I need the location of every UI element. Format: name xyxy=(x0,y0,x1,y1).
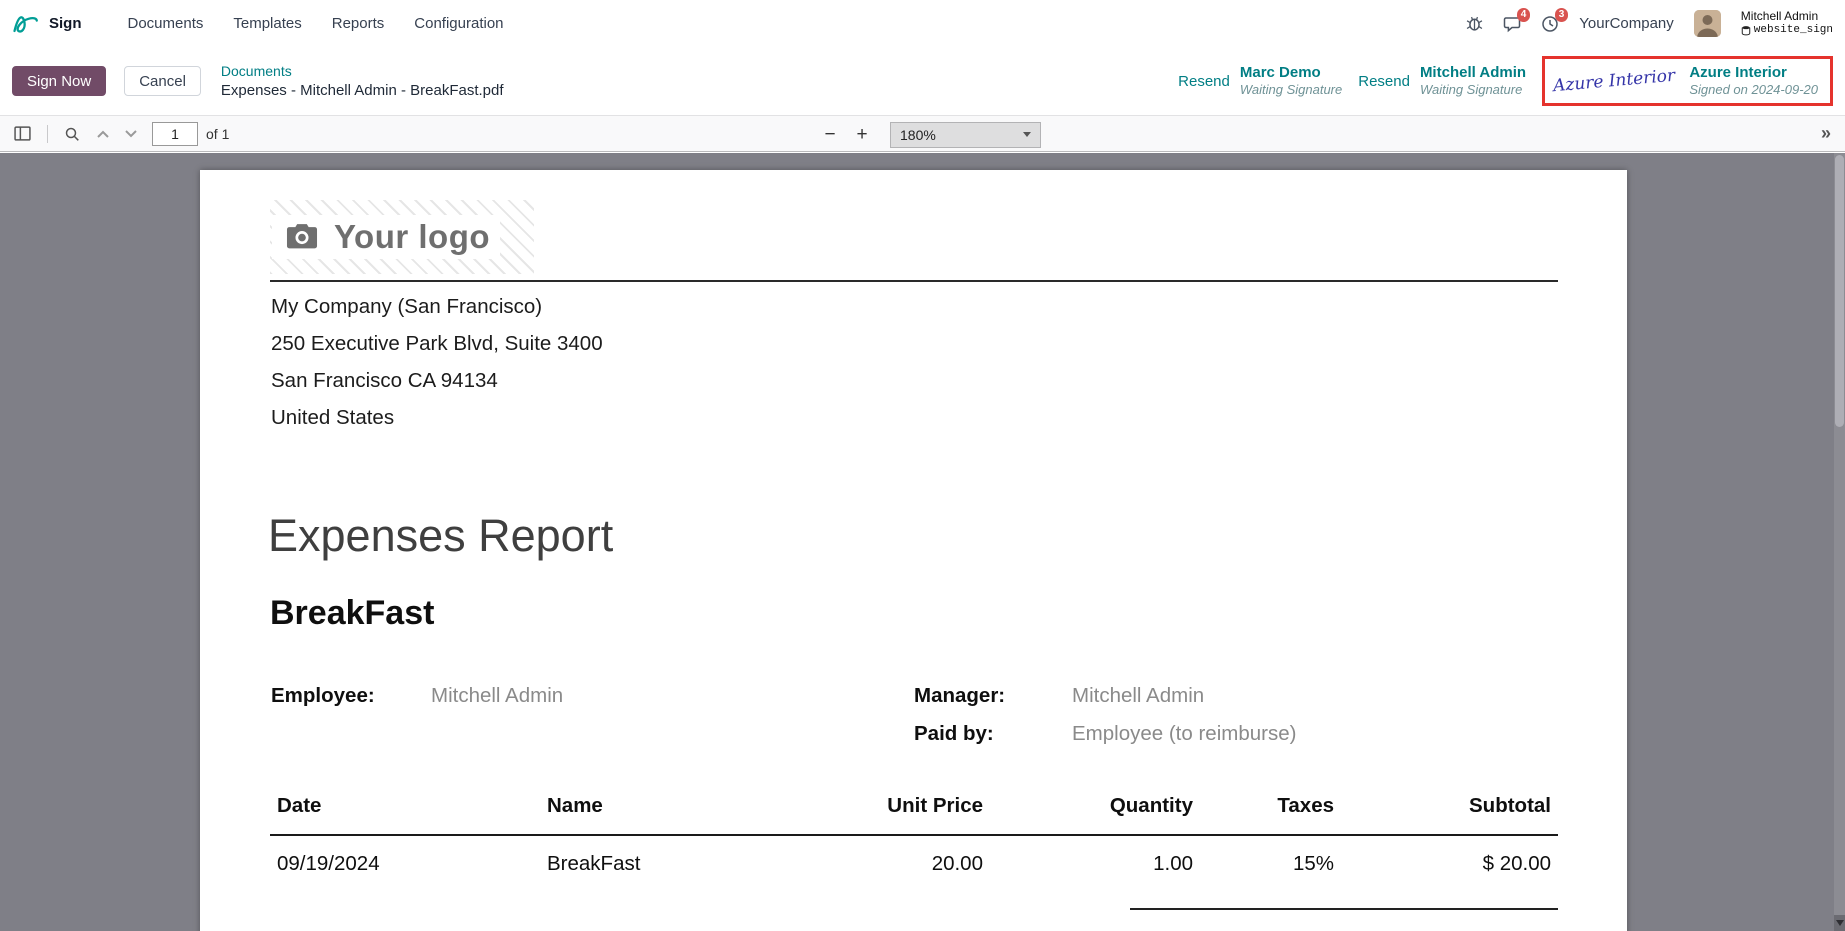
column-header: Name xyxy=(540,782,790,835)
sign-now-button[interactable]: Sign Now xyxy=(12,66,106,96)
subtotal-divider xyxy=(1130,908,1558,910)
paid-by-value: Employee (to reimburse) xyxy=(1072,722,1296,746)
messages-badge: 4 xyxy=(1517,8,1531,22)
camera-icon xyxy=(282,220,322,254)
main-menu: Documents Templates Reports Configuratio… xyxy=(126,11,506,36)
messages-icon[interactable]: 4 xyxy=(1503,15,1521,33)
report-title: Expenses Report xyxy=(268,510,613,562)
table-row: 09/19/2024 BreakFast 20.00 1.00 15% $ 20… xyxy=(270,835,1558,886)
report-subtitle: BreakFast xyxy=(270,594,434,633)
activities-icon[interactable]: 3 xyxy=(1541,15,1559,33)
column-header: Date xyxy=(270,782,540,835)
company-logo-placeholder: Your logo xyxy=(270,200,534,274)
column-header: Unit Price xyxy=(790,782,990,835)
page-number-input[interactable] xyxy=(152,122,198,146)
user-name: Mitchell Admin xyxy=(1741,10,1833,24)
cell-unit-price: 20.00 xyxy=(790,835,990,886)
navbar-left: Sign Documents Templates Reports Configu… xyxy=(12,11,506,36)
employee-label: Employee: xyxy=(271,684,375,708)
signed-signer-highlight-box: Azure Interior Azure Interior Signed on … xyxy=(1542,56,1833,106)
page-count-label: of 1 xyxy=(206,126,229,142)
column-header: Taxes xyxy=(1200,782,1341,835)
resend-button[interactable]: Resend xyxy=(1178,73,1230,90)
control-panel-left: Sign Now Cancel Documents Expenses - Mit… xyxy=(12,63,504,99)
column-header: Subtotal xyxy=(1341,782,1558,835)
signer-item: Resend Mitchell Admin Waiting Signature xyxy=(1358,64,1526,98)
zoom-in-button[interactable]: + xyxy=(850,124,874,146)
signer-item: Resend Marc Demo Waiting Signature xyxy=(1178,64,1342,98)
signer-status: Signed on 2024-09-20 xyxy=(1689,82,1818,98)
zoom-value: 180% xyxy=(900,127,936,143)
signer-status: Waiting Signature xyxy=(1420,82,1526,98)
user-menu[interactable]: Mitchell Admin website_sign xyxy=(1741,10,1833,36)
manager-label: Manager: xyxy=(914,684,1005,708)
breadcrumb-parent[interactable]: Documents xyxy=(221,63,504,79)
next-page-icon[interactable] xyxy=(120,125,142,143)
user-avatar[interactable] xyxy=(1694,10,1721,37)
cell-subtotal: $ 20.00 xyxy=(1341,835,1558,886)
pdf-viewer: Your logo My Company (San Francisco) 250… xyxy=(0,153,1845,931)
menu-documents[interactable]: Documents xyxy=(126,11,206,36)
pdf-toolbar: of 1 − + 180% » xyxy=(0,115,1845,152)
toolbar-separator xyxy=(47,125,48,143)
database-name: website_sign xyxy=(1754,24,1833,37)
activities-badge: 3 xyxy=(1555,8,1569,22)
vertical-scrollbar[interactable] xyxy=(1834,153,1845,931)
scroll-down-arrow[interactable] xyxy=(1834,915,1845,931)
company-switcher[interactable]: YourCompany xyxy=(1579,15,1674,32)
app-name[interactable]: Sign xyxy=(49,15,82,32)
cancel-button[interactable]: Cancel xyxy=(124,66,201,96)
zoom-select[interactable]: 180% xyxy=(890,122,1041,148)
database-badge: website_sign xyxy=(1741,24,1833,37)
address-line: United States xyxy=(271,399,603,436)
control-panel: Sign Now Cancel Documents Expenses - Mit… xyxy=(0,47,1845,115)
signers-panel: Resend Marc Demo Waiting Signature Resen… xyxy=(1178,56,1833,106)
signer-name: Marc Demo xyxy=(1240,64,1342,82)
cell-quantity: 1.00 xyxy=(990,835,1200,886)
zoom-out-button[interactable]: − xyxy=(818,124,842,146)
resend-button[interactable]: Resend xyxy=(1358,73,1410,90)
signer-status: Waiting Signature xyxy=(1240,82,1342,98)
logo-placeholder-text: Your logo xyxy=(334,218,490,256)
company-address: My Company (San Francisco) 250 Executive… xyxy=(271,288,603,436)
sidebar-toggle-icon[interactable] xyxy=(10,121,35,146)
bug-icon[interactable] xyxy=(1466,15,1483,32)
employee-value: Mitchell Admin xyxy=(431,684,563,708)
menu-templates[interactable]: Templates xyxy=(231,11,303,36)
menu-configuration[interactable]: Configuration xyxy=(412,11,505,36)
odoo-logo-icon[interactable] xyxy=(12,12,39,35)
cell-taxes: 15% xyxy=(1200,835,1341,886)
manager-value: Mitchell Admin xyxy=(1072,684,1204,708)
cell-name: BreakFast xyxy=(540,835,790,886)
signature-thumbnail: Azure Interior xyxy=(1552,66,1676,97)
pdf-page: Your logo My Company (San Francisco) 250… xyxy=(200,170,1627,931)
paid-by-label: Paid by: xyxy=(914,722,994,746)
breadcrumb: Documents Expenses - Mitchell Admin - Br… xyxy=(221,63,504,99)
address-line: My Company (San Francisco) xyxy=(271,288,603,325)
signer-name: Azure Interior xyxy=(1689,64,1818,82)
find-icon[interactable] xyxy=(60,122,84,146)
secondary-toolbar-toggle[interactable]: » xyxy=(1817,123,1835,144)
previous-page-icon[interactable] xyxy=(92,125,114,143)
table-header-row: Date Name Unit Price Quantity Taxes Subt… xyxy=(270,782,1558,835)
navbar-right: 4 3 YourCompany Mitchell Admin xyxy=(1466,10,1833,37)
signer-name: Mitchell Admin xyxy=(1420,64,1526,82)
breadcrumb-current: Expenses - Mitchell Admin - BreakFast.pd… xyxy=(221,82,504,99)
address-line: 250 Executive Park Blvd, Suite 3400 xyxy=(271,325,603,362)
top-navbar: Sign Documents Templates Reports Configu… xyxy=(0,0,1845,47)
expenses-table: Date Name Unit Price Quantity Taxes Subt… xyxy=(270,782,1558,886)
database-icon xyxy=(1741,25,1751,36)
address-line: San Francisco CA 94134 xyxy=(271,362,603,399)
chevron-down-icon xyxy=(1023,132,1031,137)
column-header: Quantity xyxy=(990,782,1200,835)
menu-reports[interactable]: Reports xyxy=(330,11,387,36)
header-divider xyxy=(270,280,1558,282)
app-window: Sign Documents Templates Reports Configu… xyxy=(0,0,1845,931)
scrollbar-thumb[interactable] xyxy=(1835,155,1844,427)
cell-date: 09/19/2024 xyxy=(270,835,540,886)
